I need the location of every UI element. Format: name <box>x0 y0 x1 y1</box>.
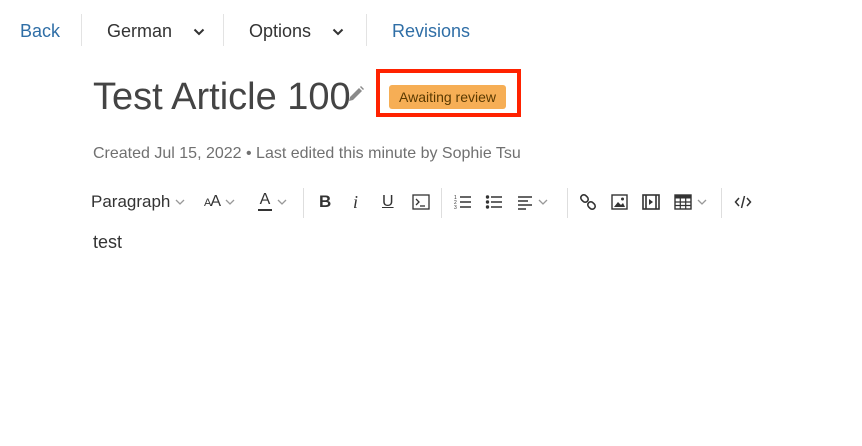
insert-table-dropdown[interactable] <box>674 186 707 218</box>
insert-link-button[interactable] <box>579 186 597 218</box>
underline-button[interactable]: U <box>382 186 394 218</box>
toolbar-divider <box>567 188 568 218</box>
font-color-icon: A <box>258 192 272 211</box>
toolbar-divider <box>721 188 722 218</box>
language-label: German <box>107 21 173 41</box>
bullet-list-icon <box>485 193 503 211</box>
font-size-icon: AA <box>204 193 221 210</box>
link-icon <box>579 193 597 211</box>
paragraph-format-label: Paragraph <box>91 192 171 211</box>
editor-toolbar: Paragraph AA A B i U 1 2 3 <box>88 186 768 220</box>
terminal-icon <box>412 194 430 210</box>
numbered-list-button[interactable]: 1 2 3 <box>454 186 472 218</box>
insert-video-button[interactable] <box>642 186 660 218</box>
back-link[interactable]: Back <box>20 20 60 42</box>
top-navigation: Back German Options Revisions <box>0 0 862 62</box>
toolbar-divider <box>303 188 304 218</box>
bold-button[interactable]: B <box>319 186 331 218</box>
chevron-down-icon <box>697 199 707 205</box>
align-dropdown[interactable] <box>517 186 548 218</box>
bold-icon: B <box>319 192 332 211</box>
chevron-down-icon <box>193 19 205 41</box>
video-icon <box>642 194 660 210</box>
chevron-down-icon <box>175 199 185 205</box>
underline-icon: U <box>382 193 394 210</box>
table-icon <box>674 194 692 210</box>
article-meta: Created Jul 15, 2022 • Last edited this … <box>93 145 521 162</box>
font-color-dropdown[interactable]: A <box>258 186 287 218</box>
code-block-button[interactable] <box>412 186 430 218</box>
edit-title-pencil-icon[interactable] <box>347 85 365 108</box>
toolbar-divider <box>441 188 442 218</box>
italic-button[interactable]: i <box>353 186 358 218</box>
code-icon <box>734 194 752 210</box>
chevron-down-icon <box>277 199 287 205</box>
numbered-list-icon: 1 2 3 <box>454 193 472 211</box>
editor-content[interactable]: test <box>93 232 122 253</box>
options-dropdown[interactable]: Options <box>249 20 344 43</box>
status-badge: Awaiting review <box>389 85 507 109</box>
source-code-button[interactable] <box>734 186 752 218</box>
font-size-dropdown[interactable]: AA <box>204 186 235 218</box>
italic-icon: i <box>353 191 359 212</box>
nav-divider <box>223 14 224 46</box>
paragraph-format-dropdown[interactable]: Paragraph <box>91 186 185 218</box>
nav-divider <box>366 14 367 46</box>
chevron-down-icon <box>538 199 548 205</box>
article-title: Test Article 100 <box>93 76 351 118</box>
chevron-down-icon <box>225 199 235 205</box>
options-label: Options <box>249 21 312 41</box>
nav-divider <box>81 14 82 46</box>
align-left-icon <box>517 194 533 210</box>
svg-text:3: 3 <box>454 205 457 211</box>
image-icon <box>611 194 628 210</box>
revisions-link[interactable]: Revisions <box>392 20 470 42</box>
language-dropdown[interactable]: German <box>107 20 205 43</box>
insert-image-button[interactable] <box>611 186 628 218</box>
chevron-down-icon <box>332 19 344 41</box>
bullet-list-button[interactable] <box>485 186 503 218</box>
